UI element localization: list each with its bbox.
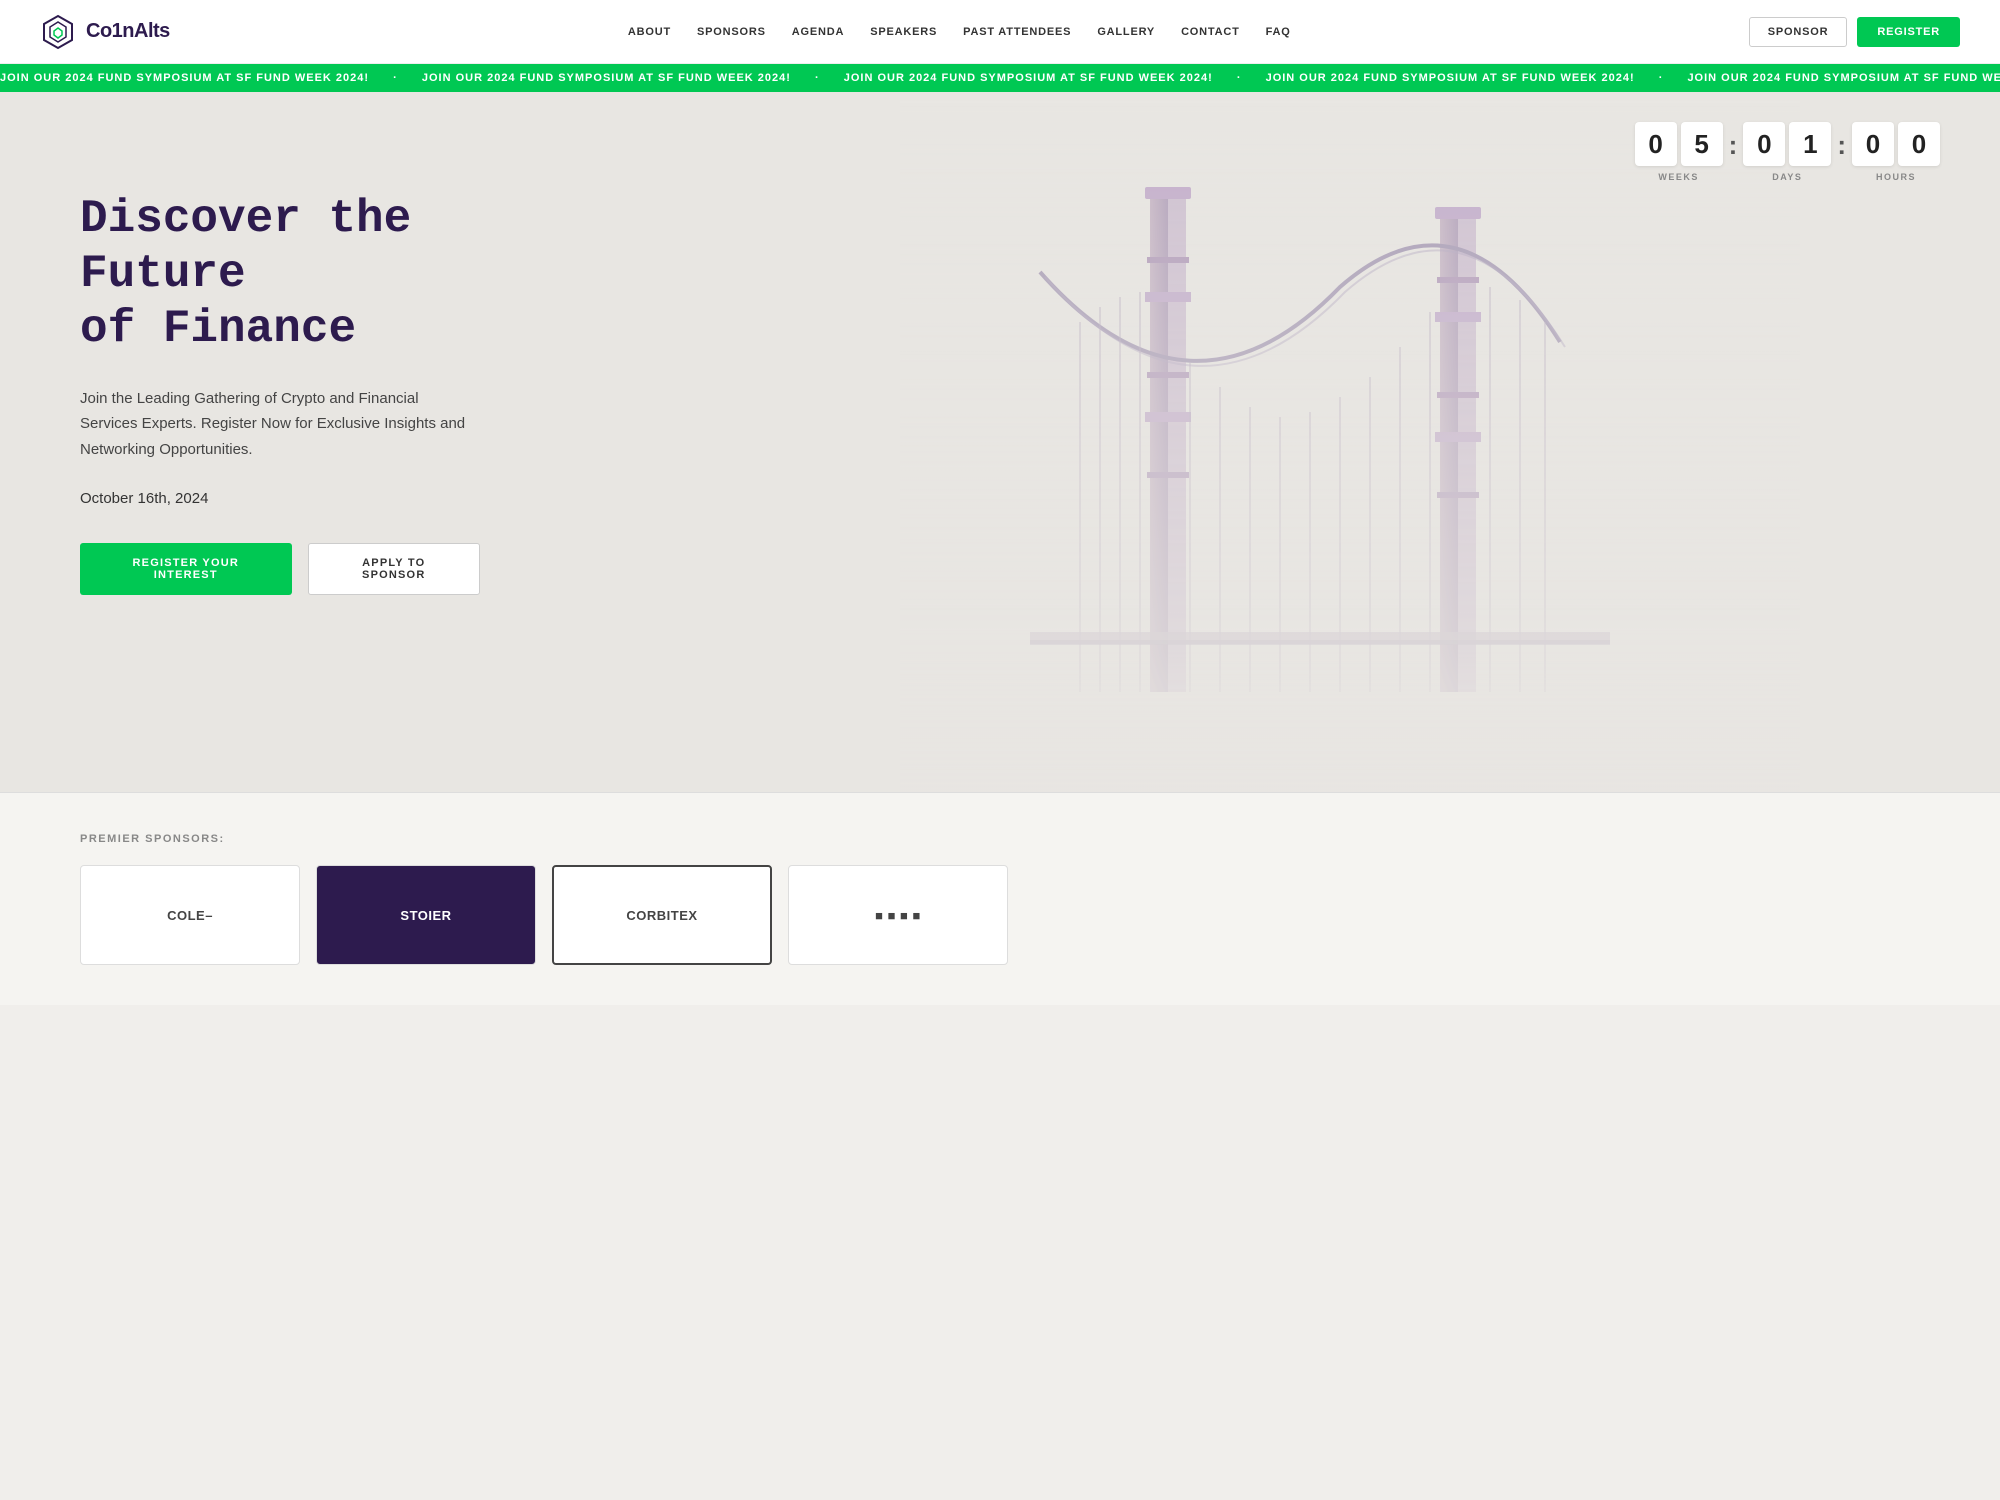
days-label: DAYS [1772, 172, 1802, 182]
nav-gallery[interactable]: GALLERY [1087, 20, 1165, 44]
logo-icon [40, 14, 76, 50]
hero-date: October 16th, 2024 [80, 490, 480, 507]
sponsors-row: COLE– STOIER CORBITEX ■ ■ ■ ■ [80, 865, 1920, 965]
logo-text: Co1nAlts [86, 20, 170, 43]
sponsor-card-corbitex: CORBITEX [552, 865, 772, 965]
countdown-days: 0 1 DAYS [1743, 122, 1831, 182]
sponsor-logo-corbitex: CORBITEX [626, 908, 697, 923]
ticker-bar: JOIN OUR 2024 FUND SYMPOSIUM AT SF FUND … [0, 64, 2000, 92]
nav-sponsor-button[interactable]: SPONSOR [1749, 17, 1848, 47]
logo-link[interactable]: Co1nAlts [40, 14, 170, 50]
sponsor-card-stoier: STOIER [316, 865, 536, 965]
ticker-text-3: JOIN OUR 2024 FUND SYMPOSIUM AT SF FUND … [844, 72, 1213, 84]
days-digit-2: 1 [1789, 122, 1831, 166]
hero-title: Discover the Future of Finance [80, 192, 480, 358]
sponsor-card-misc: ■ ■ ■ ■ [788, 865, 1008, 965]
ticker-text-4: JOIN OUR 2024 FUND SYMPOSIUM AT SF FUND … [1266, 72, 1635, 84]
hero-title-line1: Discover the Future [80, 193, 411, 300]
hero-content: Discover the Future of Finance Join the … [0, 92, 560, 675]
sponsor-card-cole: COLE– [80, 865, 300, 965]
weeks-digit-1: 0 [1635, 122, 1677, 166]
register-interest-button[interactable]: REGISTER YOUR INTEREST [80, 543, 292, 595]
hours-digit-1: 0 [1852, 122, 1894, 166]
colon-1: : [1723, 130, 1744, 161]
sponsor-logo-stoier: STOIER [400, 908, 451, 923]
hero-buttons: REGISTER YOUR INTEREST APPLY TO SPONSOR [80, 543, 480, 595]
nav-faq[interactable]: FAQ [1256, 20, 1301, 44]
ticker-text-2: JOIN OUR 2024 FUND SYMPOSIUM AT SF FUND … [422, 72, 791, 84]
weeks-digit-2: 5 [1681, 122, 1723, 166]
countdown-weeks: 0 5 WEEKS [1635, 122, 1723, 182]
apply-sponsor-button[interactable]: APPLY TO SPONSOR [308, 543, 480, 595]
ticker-text-1: JOIN OUR 2024 FUND SYMPOSIUM AT SF FUND … [0, 72, 369, 84]
hero-section: 0 5 WEEKS : 0 1 DAYS : 0 0 HOURS Discove… [0, 92, 2000, 792]
colon-2: : [1831, 130, 1852, 161]
sponsor-logo-cole: COLE– [167, 908, 213, 923]
nav-contact[interactable]: CONTACT [1171, 20, 1250, 44]
nav-actions: SPONSOR REGISTER [1749, 17, 1960, 47]
days-digit-1: 0 [1743, 122, 1785, 166]
nav-past-attendees[interactable]: PAST ATTENDEES [953, 20, 1081, 44]
sponsor-logo-misc: ■ ■ ■ ■ [875, 908, 921, 923]
nav-sponsors[interactable]: SPONSORS [687, 20, 776, 44]
countdown: 0 5 WEEKS : 0 1 DAYS : 0 0 HOURS [1635, 122, 1940, 182]
nav-agenda[interactable]: AGENDA [782, 20, 854, 44]
ticker-text-5: JOIN OUR 2024 FUND SYMPOSIUM AT SF FUND … [1687, 72, 2000, 84]
ticker-content: JOIN OUR 2024 FUND SYMPOSIUM AT SF FUND … [0, 72, 2000, 84]
hero-subtitle: Join the Leading Gathering of Crypto and… [80, 386, 480, 463]
bridge-image [700, 92, 2000, 792]
hours-label: HOURS [1876, 172, 1916, 182]
hero-title-line2: of Finance [80, 303, 356, 355]
nav-speakers[interactable]: SPEAKERS [860, 20, 947, 44]
nav-links: ABOUT SPONSORS AGENDA SPEAKERS PAST ATTE… [618, 20, 1301, 44]
countdown-hours: 0 0 HOURS [1852, 122, 1940, 182]
nav-register-button[interactable]: REGISTER [1857, 17, 1960, 47]
navbar: Co1nAlts ABOUT SPONSORS AGENDA SPEAKERS … [0, 0, 2000, 64]
sponsors-label: PREMIER SPONSORS: [80, 833, 1920, 845]
hours-digit-2: 0 [1898, 122, 1940, 166]
nav-about[interactable]: ABOUT [618, 20, 681, 44]
sponsors-section: PREMIER SPONSORS: COLE– STOIER CORBITEX … [0, 792, 2000, 1005]
weeks-label: WEEKS [1658, 172, 1699, 182]
